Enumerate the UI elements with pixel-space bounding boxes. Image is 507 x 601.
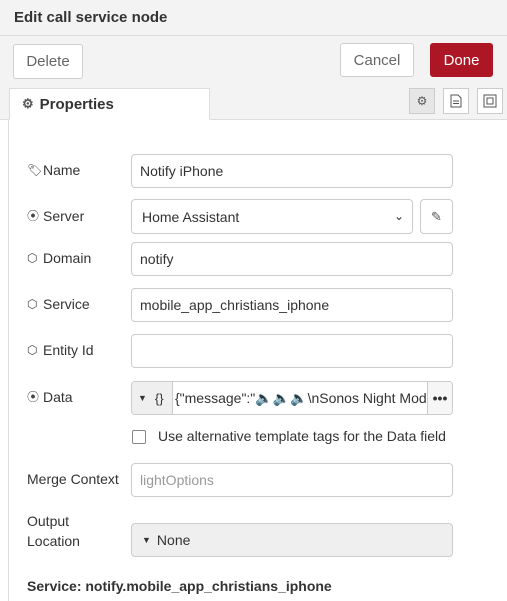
gear-icon: ⚙ <box>416 94 428 108</box>
alt-template-label: Use alternative template tags for the Da… <box>158 428 446 444</box>
data-label: ⦿ Data <box>27 388 73 405</box>
server-select[interactable]: Home Assistant ⌄ <box>131 199 413 234</box>
tab-properties-label: Properties <box>39 95 114 113</box>
output-location-value: None <box>156 532 191 548</box>
entity-id-input[interactable] <box>131 334 453 368</box>
pencil-icon: ✎ <box>431 208 442 224</box>
gear-icon: ⚙ <box>22 96 34 111</box>
chevron-down-icon: ⌄ <box>393 209 404 223</box>
settings-tab-icon[interactable]: ⚙ <box>409 88 435 114</box>
dialog-title: Edit call service node <box>14 9 168 26</box>
domain-label: ⬡ Domain <box>27 250 92 266</box>
data-type-selector[interactable]: ▼ {} <box>132 382 173 414</box>
tabs-bar: ⚙ Properties ⚙ <box>0 84 507 120</box>
dialog-header: Edit call service node <box>0 0 507 36</box>
output-location-label: Output Location <box>27 513 80 549</box>
tab-properties[interactable]: ⚙ Properties <box>9 88 210 120</box>
server-dot-icon: ⦿ <box>27 209 40 223</box>
panel-divider <box>8 120 9 601</box>
ellipsis-icon: ••• <box>432 390 448 406</box>
json-type-label: {} <box>154 390 164 406</box>
done-button[interactable]: Done <box>430 43 493 77</box>
data-typed-input[interactable]: ▼ {} {"message":"🔈🔈🔈\nSonos Night Mode •… <box>131 381 453 415</box>
data-value[interactable]: {"message":"🔈🔈🔈\nSonos Night Mode <box>175 382 428 414</box>
name-input[interactable]: Notify iPhone <box>131 154 453 188</box>
cube-icon: ⬡ <box>27 251 38 265</box>
service-summary: Service: notify.mobile_app_christians_ip… <box>27 578 332 594</box>
entity-id-label: ⬡ Entity Id <box>27 342 94 358</box>
expand-editor-button[interactable]: ••• <box>427 382 452 414</box>
merge-context-label: Merge Context <box>27 471 119 487</box>
edit-server-button[interactable]: ✎ <box>420 199 453 234</box>
data-dot-icon: ⦿ <box>27 390 40 404</box>
caret-down-icon: ▼ <box>138 393 147 403</box>
document-icon <box>450 94 462 108</box>
name-label: 🏷 Name <box>27 162 81 178</box>
frame-icon <box>483 94 497 108</box>
description-tab-icon[interactable] <box>443 88 469 114</box>
cube-icon: ⬡ <box>27 343 38 357</box>
server-select-value: Home Assistant <box>142 208 240 225</box>
cancel-button[interactable]: Cancel <box>340 43 414 77</box>
service-input[interactable]: mobile_app_christians_iphone <box>131 288 453 322</box>
appearance-tab-icon[interactable] <box>477 88 503 114</box>
tag-icon: 🏷 <box>27 163 43 177</box>
delete-button[interactable]: Delete <box>13 44 83 79</box>
merge-context-input[interactable]: lightOptions <box>131 463 453 497</box>
server-label: ⦿ Server <box>27 207 85 224</box>
cube-icon: ⬡ <box>27 297 38 311</box>
domain-input[interactable]: notify <box>131 242 453 276</box>
service-label: ⬡ Service <box>27 296 90 312</box>
caret-down-icon: ▼ <box>142 535 151 545</box>
dialog-toolbar: Delete Cancel Done <box>0 36 507 84</box>
output-location-select[interactable]: ▼ None <box>131 523 453 557</box>
alt-template-checkbox[interactable] <box>132 430 146 444</box>
